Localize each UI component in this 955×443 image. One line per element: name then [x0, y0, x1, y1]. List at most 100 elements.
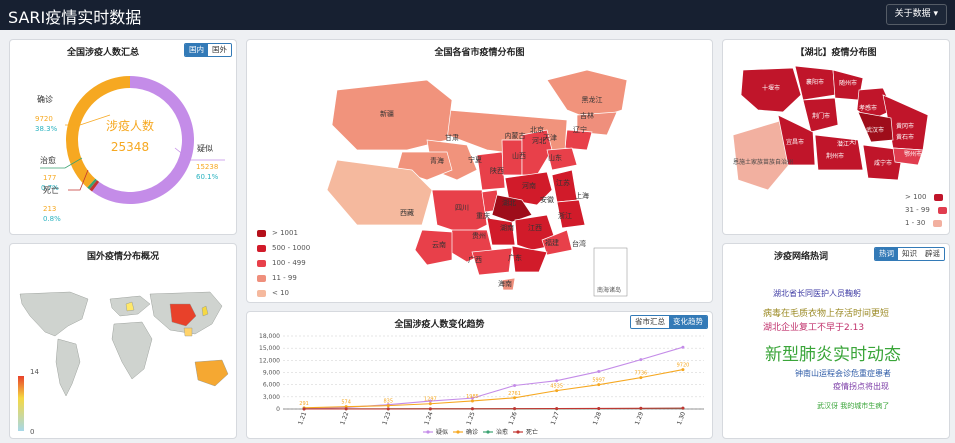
- hot-word[interactable]: 疫情拐点将出现: [833, 381, 889, 392]
- province-label: 广西: [468, 255, 482, 264]
- province-label: 贵州: [472, 231, 486, 240]
- data-label: 291: [299, 401, 309, 407]
- hubei-map-panel: 【湖北】疫情分布图 十堰市 襄阳市 随州市 孝感市 荆门市 黄冈市 武汉市 恩施土家族苗族自治…: [722, 39, 950, 235]
- hot-word[interactable]: 病毒在毛质衣物上存活时间更短: [763, 306, 889, 319]
- about-data-dropdown[interactable]: 关于数据 ▾: [885, 4, 947, 25]
- data-point: [681, 345, 685, 349]
- hotwords-panel: 涉疫网络热词 热词 知识 辟谣 湖北省长同医护人员鞠躬病毒在毛质衣物上存活时间更…: [722, 243, 950, 439]
- data-point: [597, 406, 601, 410]
- donut-center-value: 25348: [111, 140, 149, 154]
- tab-rumor[interactable]: 辟谣: [921, 248, 944, 260]
- data-point: [597, 370, 601, 374]
- province-label: 湖北: [502, 198, 516, 207]
- data-label: 1985: [466, 394, 479, 400]
- province-label: 江西: [528, 224, 542, 232]
- suspected-pct: 60.1%: [196, 173, 219, 181]
- data-point: [555, 379, 559, 383]
- province-label: 湖南: [500, 223, 514, 232]
- province-label: 上海: [575, 191, 589, 200]
- city-label: 黄石市: [896, 133, 914, 141]
- hubei-legend-item[interactable]: 1 - 30: [905, 219, 943, 227]
- suspected-label: 疑似: [197, 143, 213, 153]
- confirmed-count: 9720: [35, 115, 53, 123]
- hotwords-tabs: 热词 知识 辟谣: [874, 247, 945, 261]
- city-label: 潜江: [837, 140, 849, 148]
- china-legend-item[interactable]: > 1001: [257, 229, 298, 237]
- hot-word[interactable]: 新型肺炎实时动态: [765, 340, 901, 365]
- city-label: 恩施土家族苗族自治州: [733, 158, 793, 166]
- death-label: 死亡: [43, 185, 59, 195]
- china-legend-item[interactable]: < 10: [257, 289, 289, 297]
- hubei-legend-item[interactable]: 31 - 99: [905, 206, 947, 214]
- app-title: SARI疫情实时数据: [8, 8, 142, 27]
- hot-word[interactable]: 湖北省长同医护人员鞠躬: [773, 288, 861, 299]
- legend-label: 治愈: [496, 428, 508, 436]
- city-label: 襄阳市: [806, 78, 824, 86]
- x-tick-label: 1.23: [381, 411, 392, 426]
- province-label: 甘肃: [445, 133, 459, 142]
- world-scale-bar: [18, 376, 24, 431]
- data-label: 1297: [424, 397, 437, 403]
- data-label: 7736: [634, 371, 647, 377]
- top-bar: SARI疫情实时数据 关于数据 ▾: [0, 0, 955, 30]
- hot-word[interactable]: 武汉伢 我的城市生病了: [817, 401, 889, 411]
- province-label: 天津: [543, 134, 557, 142]
- province-label: 黑龙江: [582, 95, 603, 104]
- hot-word[interactable]: 钟南山运程会诊危重症患者: [795, 368, 891, 379]
- legend-marker: [426, 430, 430, 434]
- data-point: [344, 407, 348, 411]
- province-label: 四川: [455, 204, 469, 212]
- city-label: 咸宁市: [874, 159, 892, 167]
- x-tick-label: 1.29: [634, 411, 645, 426]
- city-label: 孝感市: [859, 104, 877, 112]
- data-label: 4535: [550, 384, 563, 390]
- data-point: [386, 407, 390, 411]
- data-point: [428, 407, 432, 411]
- china-legend-item[interactable]: 11 - 99: [257, 274, 297, 282]
- data-point: [681, 406, 685, 410]
- hubei-legend-item[interactable]: > 100: [905, 193, 944, 201]
- confirmed-pct: 38.3%: [35, 125, 58, 133]
- province-label: 重庆: [476, 211, 490, 220]
- y-tick-label: 15,000: [259, 345, 280, 352]
- world-scale-min: 0: [30, 428, 34, 436]
- donut-center-label: 涉疫人数: [106, 118, 154, 133]
- china-legend-item[interactable]: 500 - 1000: [257, 244, 310, 252]
- hot-word[interactable]: 湖北企业复工不早于2.13: [763, 320, 864, 333]
- legend-marker: [486, 430, 490, 434]
- cured-label: 治愈: [40, 155, 56, 165]
- tab-hotwords[interactable]: 热词: [875, 248, 898, 260]
- suspected-count: 15238: [196, 163, 218, 171]
- city-label: 鄂州市: [904, 150, 922, 158]
- x-tick-label: 1.25: [465, 411, 476, 426]
- x-tick-label: 1.24: [423, 411, 434, 426]
- y-tick-label: 12,000: [259, 357, 280, 364]
- data-point: [513, 407, 517, 411]
- province-label: 江苏: [556, 178, 570, 187]
- city-label: 宜昌市: [786, 138, 804, 146]
- province-label: 浙江: [558, 211, 572, 220]
- province-label: 吉林: [580, 111, 594, 120]
- y-tick-label: 0: [276, 406, 280, 413]
- confirmed-label: 确诊: [37, 94, 53, 104]
- tab-knowledge[interactable]: 知识: [898, 248, 921, 260]
- china-legend-item[interactable]: 100 - 499: [257, 259, 306, 267]
- summary-panel: 全国涉疫人数汇总 国内 国外 涉疫人数 25348 确诊 9720 38.3% …: [9, 39, 237, 235]
- city-label: 荆州市: [826, 152, 844, 160]
- y-tick-label: 3,000: [263, 394, 280, 401]
- legend-label: 确诊: [466, 428, 478, 436]
- province-label: 河南: [522, 181, 536, 190]
- death-pct: 0.8%: [43, 215, 61, 223]
- x-tick-label: 1.27: [550, 411, 561, 426]
- city-label: 天门: [849, 138, 861, 146]
- hotwords-title: 涉疫网络热词: [773, 252, 828, 262]
- y-tick-label: 6,000: [263, 382, 280, 389]
- cured-count: 177: [43, 174, 56, 182]
- province-label: 福建: [545, 238, 559, 247]
- world-scale-max: 14: [30, 368, 39, 376]
- city-label: 黄冈市: [896, 122, 914, 130]
- series-line-1: [304, 369, 684, 409]
- city-label: 荆门市: [812, 112, 830, 120]
- trend-panel: 全国涉疫人数变化趋势 省市汇总 变化趋势 0 3,000 6,000 9,000 12,…: [246, 311, 713, 439]
- summary-donut: 涉疫人数 25348 确诊 9720 38.3% 治愈 177 0.7% 死亡 …: [35, 76, 225, 223]
